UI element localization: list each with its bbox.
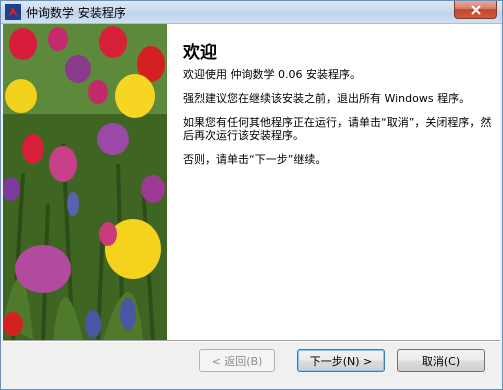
cancel-instructions: 如果您有任何其他程序正在运行，请单击“取消”，关闭程序，然后再次运行该安装程序。	[183, 116, 492, 142]
window-title: 仲询数学 安装程序	[26, 6, 126, 20]
title-bar[interactable]: 仲询数学 安装程序	[1, 1, 502, 24]
welcome-text: 欢迎使用 仲询数学 0.06 安装程序。	[183, 68, 361, 81]
welcome-content: 欢迎 欢迎使用 仲询数学 0.06 安装程序。 强烈建议您在继续该安装之前，退出…	[183, 38, 493, 177]
footer-divider	[3, 340, 500, 342]
installer-window: 仲询数学 安装程序 欢迎 欢迎使用 仲询数学 0.06 安装程序。 强烈建议您在…	[0, 0, 503, 390]
back-button[interactable]: < 返回(B)	[199, 349, 275, 372]
close-programs-advice: 强烈建议您在继续该安装之前，退出所有 Windows 程序。	[183, 92, 471, 105]
page-title: 欢迎	[183, 43, 217, 63]
cancel-button[interactable]: 取消(C)	[397, 349, 485, 372]
close-button[interactable]	[454, 1, 497, 19]
tulip-banner-image	[3, 24, 167, 340]
continue-instructions: 否则，请单击“下一步”继续。	[183, 153, 327, 166]
next-button[interactable]: 下一步(N) >	[297, 349, 385, 372]
close-icon	[470, 4, 481, 15]
wizard-panel: 欢迎 欢迎使用 仲询数学 0.06 安装程序。 强烈建议您在继续该安装之前，退出…	[3, 24, 500, 340]
app-icon	[5, 4, 21, 20]
